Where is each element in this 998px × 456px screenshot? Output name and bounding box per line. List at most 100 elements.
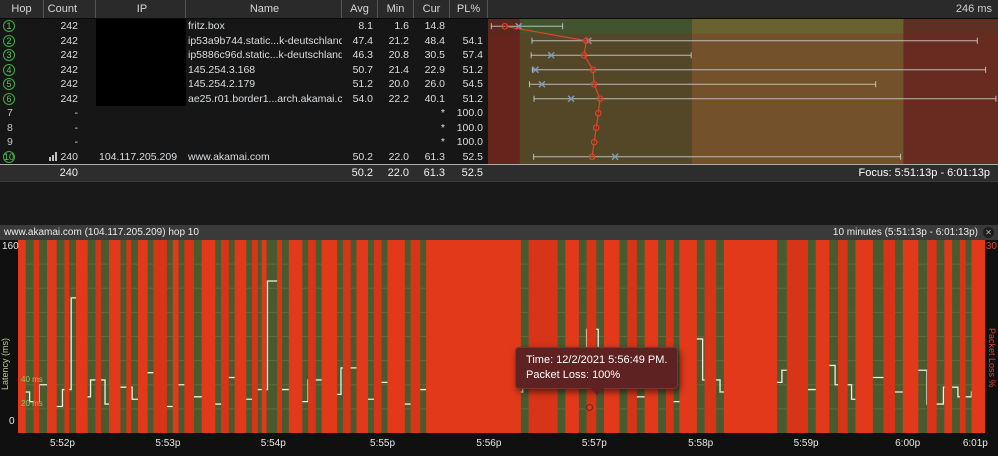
min-cell: 20.8 xyxy=(388,49,409,61)
count-cell: 240 xyxy=(44,150,96,165)
summary-row[interactable]: 240 50.2 22.0 61.3 52.5 Focus: 5:51:13p … xyxy=(0,164,998,182)
col-header-min[interactable]: Min xyxy=(378,0,414,18)
pl-cell: 100.0 xyxy=(456,121,483,134)
hop-cell: 5 xyxy=(0,77,44,92)
min-cell xyxy=(378,135,414,150)
cur-cell: * xyxy=(440,136,445,148)
timeline-titlebar: www.akamai.com (104.117.205.209) hop 10 … xyxy=(0,225,998,240)
pl-cell: 100.0 xyxy=(456,107,483,119)
count-cell: 242 xyxy=(60,78,78,90)
min-cell: 21.4 xyxy=(388,63,409,76)
cur-cell: 26.0 xyxy=(424,78,445,90)
count-cell: 242 xyxy=(60,63,78,76)
summary-avg: 50.2 xyxy=(351,167,373,179)
avg-cell: 51.2 xyxy=(352,78,373,90)
hop-number-circled: 6 xyxy=(3,92,15,105)
cur-cell: * xyxy=(440,107,445,119)
hop-cell: 8 xyxy=(0,121,44,136)
ip-cell xyxy=(96,135,186,150)
close-icon[interactable]: ✕ xyxy=(983,227,994,238)
min-cell: 1.6 xyxy=(394,20,409,32)
name-cell xyxy=(186,106,342,121)
packet-loss-axis-label: Packet Loss % xyxy=(987,328,997,388)
tooltip: Time: 12/2/2021 5:56:49 PM. Packet Loss:… xyxy=(515,347,679,396)
hop-cell: 1 xyxy=(0,19,44,34)
hop-cell: 9 xyxy=(0,135,44,150)
hop-number-circled: 2 xyxy=(3,34,15,47)
col-header-cur[interactable]: Cur xyxy=(414,0,450,18)
avg-cell: 47.4 xyxy=(352,34,373,47)
cur-cell: 22.9 xyxy=(424,63,445,76)
col-header-avg[interactable]: Avg xyxy=(342,0,378,18)
count-cell: 242 xyxy=(60,34,78,47)
latency-axis-label: Latency (ms) xyxy=(0,337,10,390)
route-graph[interactable] xyxy=(488,19,998,164)
min-cell: 21.2 xyxy=(388,34,409,47)
trace-panel: Hop Count IP Name Avg Min Cur PL% 246 ms… xyxy=(0,0,998,182)
timeline-svg xyxy=(18,240,985,433)
name-cell: ip5886c96d.static...k-deutschland.de xyxy=(188,49,342,61)
trace-body: 1 242 fritz.box 8.1 1.6 14.8 2 242 ip53a9b744.st… xyxy=(0,19,998,164)
hop-cell: 2 xyxy=(0,34,44,49)
name-cell xyxy=(186,135,342,150)
route-graph-svg xyxy=(488,19,998,164)
hop-number: 9 xyxy=(7,136,13,148)
pl-cell: 100.0 xyxy=(456,136,483,148)
time-tick-label: 6:01p xyxy=(962,438,988,449)
cur-cell: 14.8 xyxy=(424,20,445,32)
name-cell: www.akamai.com xyxy=(188,150,270,163)
avg-cell xyxy=(342,106,378,121)
timeline-range-label: 10 minutes (5:51:13p - 6:01:13p) xyxy=(832,227,978,238)
hop-number-circled: 10 xyxy=(3,150,15,163)
cur-cell: 40.1 xyxy=(424,92,445,105)
hop-cell: 7 xyxy=(0,106,44,121)
graph-icon xyxy=(49,152,57,161)
col-header-hop[interactable]: Hop xyxy=(0,0,44,18)
hop-cell: 3 xyxy=(0,48,44,63)
y-axis-max-label: 160 xyxy=(2,241,19,252)
name-cell xyxy=(186,121,342,136)
cur-cell: 61.3 xyxy=(424,150,445,163)
focus-range-label: Focus: 5:51:13p - 6:01:13p xyxy=(858,167,990,179)
count-cell: 242 xyxy=(60,49,78,61)
min-cell xyxy=(378,121,414,136)
pingplotter-app: Hop Count IP Name Avg Min Cur PL% 246 ms… xyxy=(0,0,998,456)
name-cell: ip53a9b744.static...k-deutschland.de xyxy=(188,34,342,47)
pl-cell: 54.1 xyxy=(462,34,483,47)
summary-cur: 61.3 xyxy=(423,167,445,179)
min-cell: 22.0 xyxy=(388,150,409,163)
name-cell: 145.254.2.179 xyxy=(188,78,256,90)
hop-number-circled: 5 xyxy=(3,78,15,90)
trace-table-header: Hop Count IP Name Avg Min Cur PL% 246 ms xyxy=(0,0,998,19)
latency-scale-label: 246 ms xyxy=(955,3,992,15)
time-tick-label: 5:53p xyxy=(155,438,181,449)
hop-cell: 6 xyxy=(0,92,44,107)
pl-cell xyxy=(450,19,488,34)
col-header-name[interactable]: Name xyxy=(186,0,342,18)
col-header-count[interactable]: Count xyxy=(44,0,96,18)
summary-min: 22.0 xyxy=(387,167,409,179)
gridline-label: 20 ms xyxy=(21,398,43,408)
time-tick-label: 5:56p xyxy=(476,438,502,449)
avg-cell xyxy=(342,135,378,150)
cur-cell: * xyxy=(440,121,445,134)
avg-cell: 50.2 xyxy=(352,150,373,163)
pl-cell: 51.2 xyxy=(462,63,483,76)
name-cell: 145.254.3.168 xyxy=(188,63,256,76)
hop-cell: 10 xyxy=(0,150,44,165)
col-header-pl[interactable]: PL% xyxy=(450,0,488,18)
pl-cell: 51.2 xyxy=(462,92,483,105)
latency-loss-plot[interactable]: 40 ms 20 ms Time: 12/2/2021 5:56:49 PM. P… xyxy=(18,240,985,433)
time-tick-label: 5:59p xyxy=(793,438,819,449)
col-header-ip[interactable]: IP xyxy=(96,0,186,18)
min-cell: 22.2 xyxy=(388,92,409,105)
hop-cell: 4 xyxy=(0,63,44,78)
ip-cell: 104.117.205.209 xyxy=(99,150,178,163)
time-tick-label: 5:52p xyxy=(49,438,75,449)
time-tick-label: 5:57p xyxy=(581,438,607,449)
ip-redaction-block xyxy=(96,19,186,106)
loss-axis-max-label: 30 xyxy=(985,241,997,252)
time-tick-label: 5:58p xyxy=(688,438,714,449)
ip-cell xyxy=(96,106,186,121)
hop-number-circled: 4 xyxy=(3,63,15,76)
